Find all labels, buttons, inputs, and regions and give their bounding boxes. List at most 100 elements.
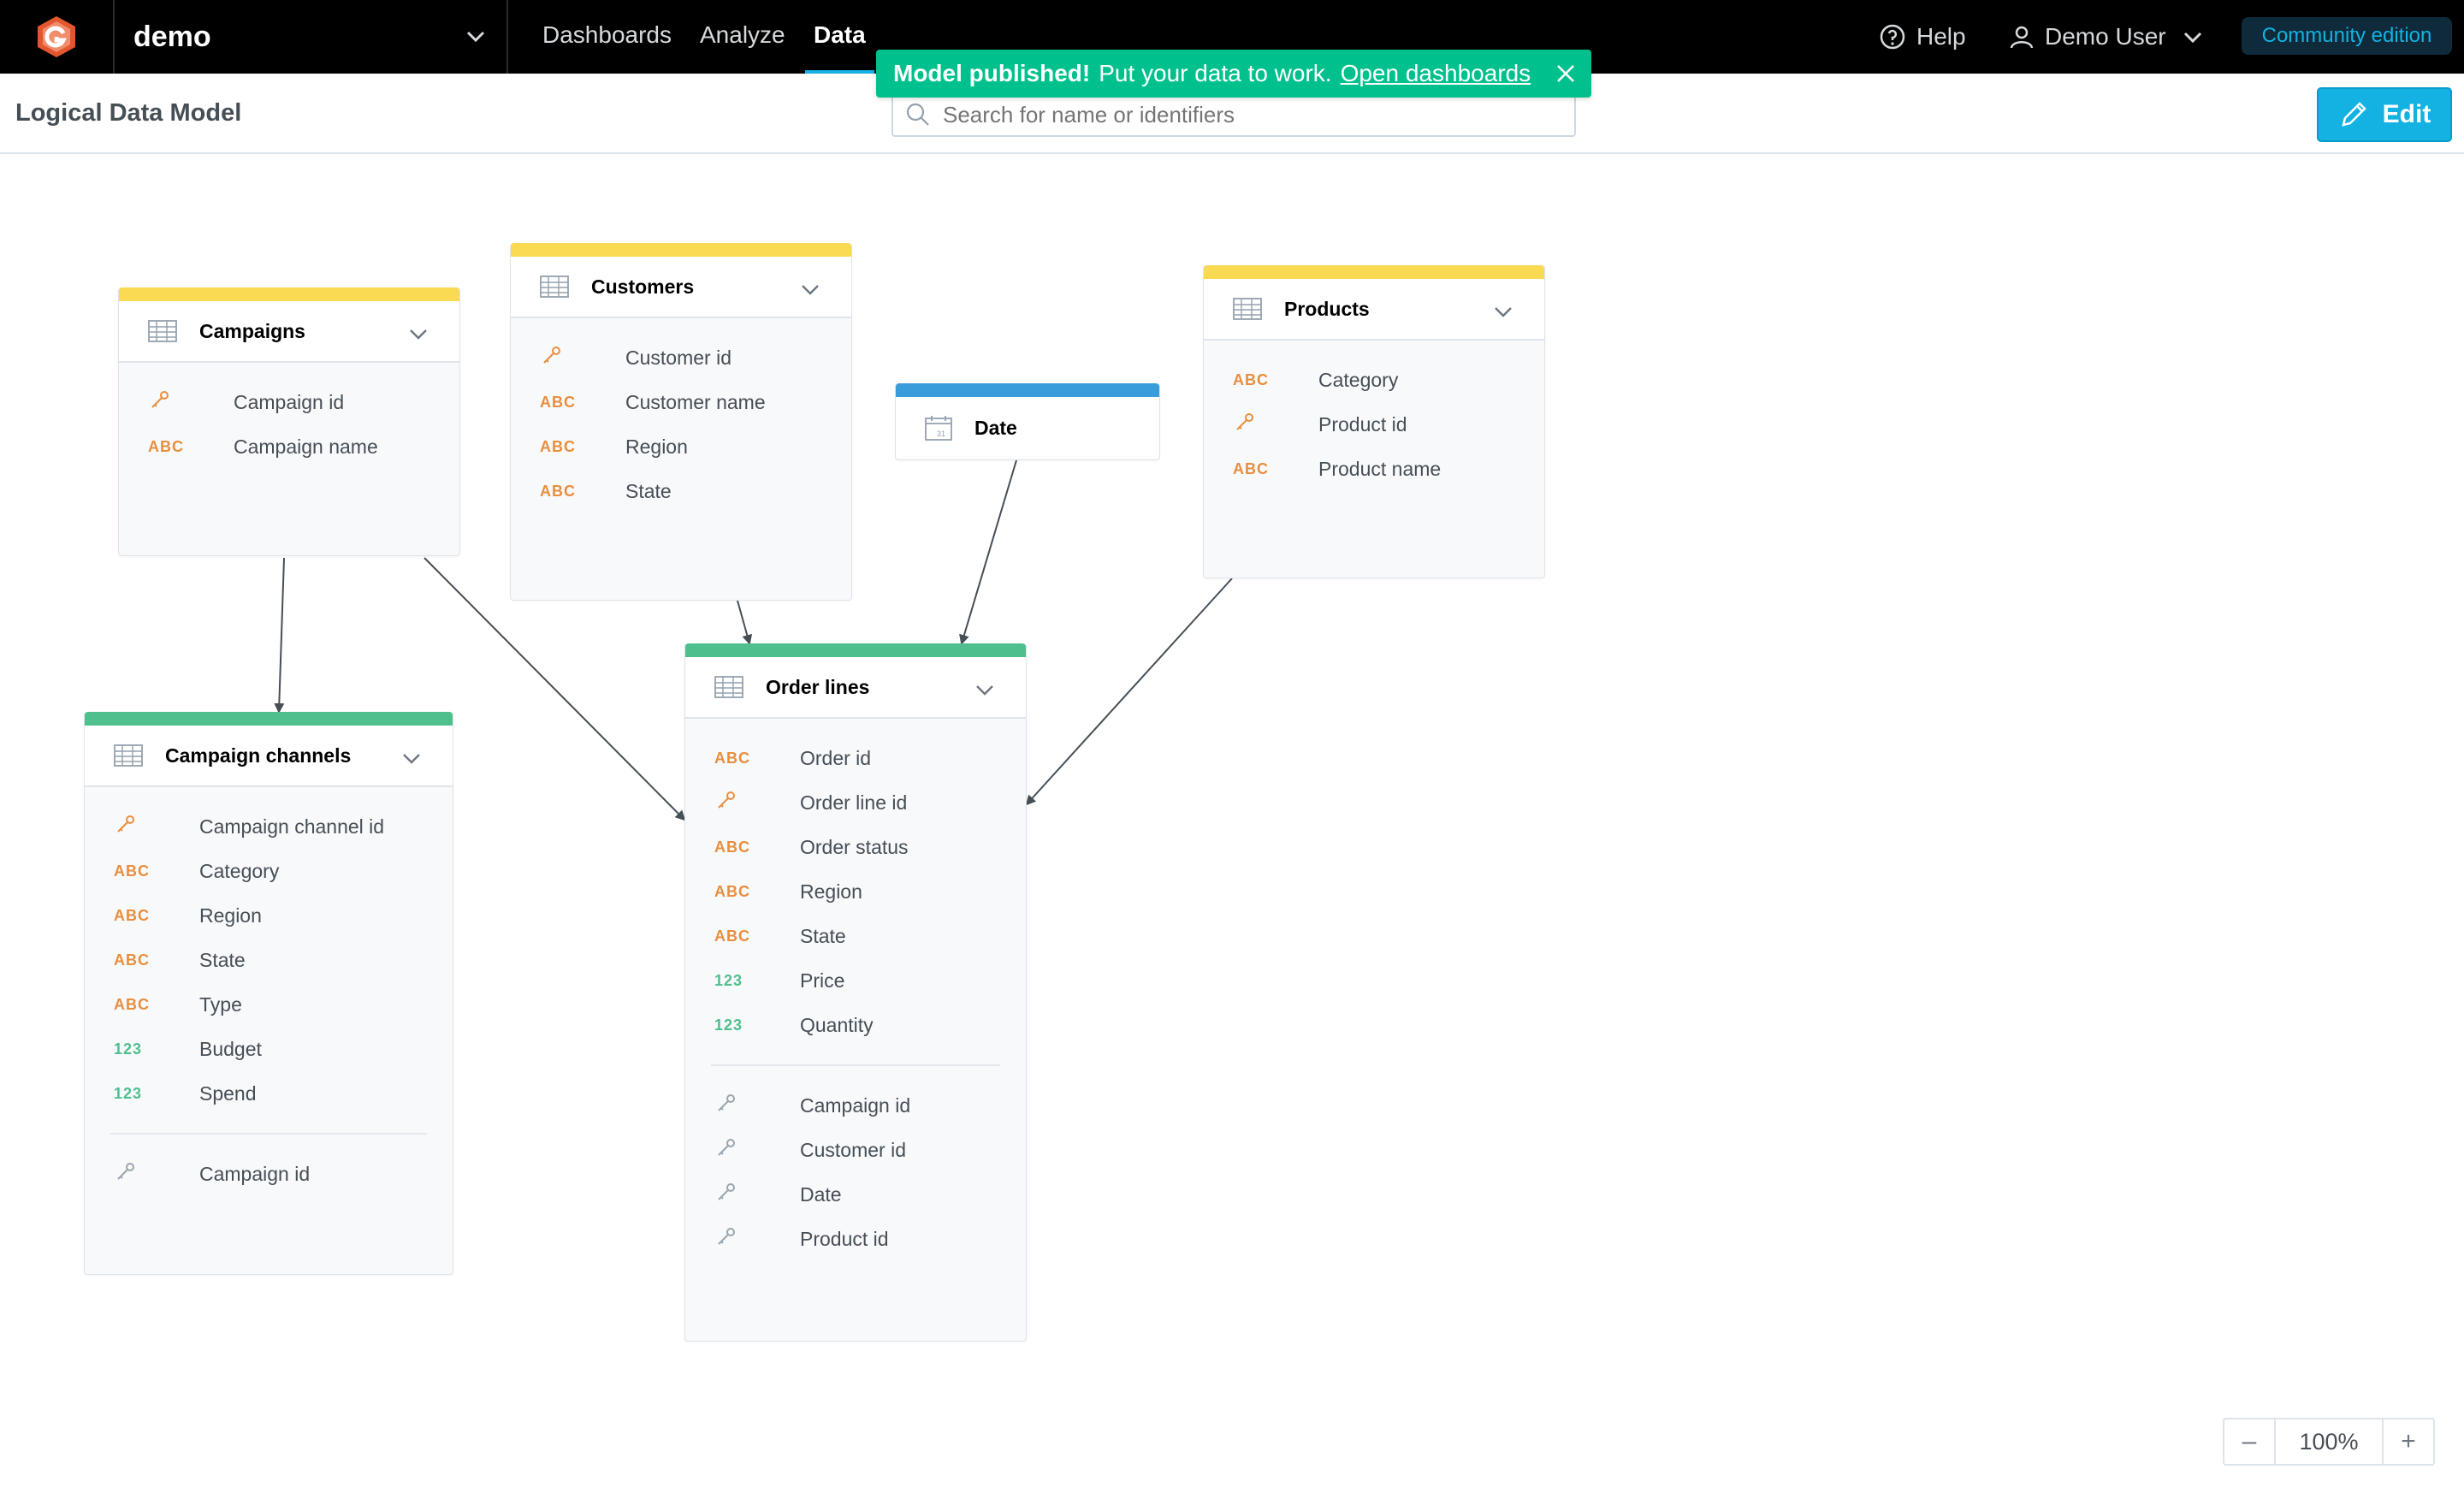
field-item[interactable]: ABC Product name: [1204, 447, 1544, 491]
field-name: Product name: [1318, 457, 1442, 480]
field-item[interactable]: ABC Customer name: [511, 380, 851, 424]
reference-item[interactable]: Date: [685, 1172, 1026, 1217]
fact-type-label: 123: [714, 1016, 743, 1034]
field-item[interactable]: Campaign id: [119, 380, 459, 424]
dataset-fields: Campaign id ABC Campaign name: [119, 363, 459, 469]
close-icon[interactable]: [1554, 62, 1578, 86]
field-item[interactable]: 123 Price: [685, 958, 1026, 1003]
field-item[interactable]: 123 Quantity: [685, 1003, 1026, 1047]
dataset-header[interactable]: Order lines: [685, 657, 1026, 719]
dataset-color-bar: [119, 287, 459, 301]
field-item[interactable]: ABC Type: [85, 982, 453, 1027]
field-name: State: [625, 479, 672, 502]
nav-dashboards[interactable]: Dashboards: [542, 0, 672, 74]
table-icon: [114, 744, 143, 767]
field-item[interactable]: ABC Order id: [685, 736, 1026, 780]
reference-key-icon: [685, 1226, 800, 1253]
zoom-out-button[interactable]: –: [2224, 1419, 2274, 1464]
dataset-header[interactable]: Customers: [511, 257, 851, 318]
edit-button[interactable]: Edit: [2317, 87, 2452, 142]
field-item[interactable]: Order line id: [685, 780, 1026, 825]
dataset-color-bar: [1204, 265, 1544, 279]
reference-item[interactable]: Campaign id: [685, 1083, 1026, 1128]
dataset-date[interactable]: 31 Date: [895, 383, 1160, 460]
community-edition-badge[interactable]: Community edition: [2242, 17, 2452, 55]
field-item[interactable]: ABC State: [511, 469, 851, 513]
key-icon: [511, 345, 625, 371]
field-item[interactable]: Product id: [1204, 402, 1544, 447]
field-name: Budget: [199, 1037, 262, 1060]
field-name: Customer id: [625, 346, 732, 369]
dataset-products[interactable]: Products ABC Category Product id ABC Pro…: [1203, 265, 1545, 578]
dataset-customers[interactable]: Customers Customer id ABC Customer name …: [510, 243, 852, 601]
user-menu[interactable]: Demo User: [2009, 0, 2204, 74]
dataset-header[interactable]: Campaign channels: [85, 726, 453, 787]
field-item[interactable]: ABC State: [85, 938, 453, 982]
dataset-title: Campaign channels: [165, 744, 352, 767]
field-name: State: [199, 948, 246, 971]
toast-title: Model published!: [893, 60, 1091, 86]
field-item[interactable]: Campaign channel id: [85, 804, 453, 849]
field-name: Campaign channel id: [199, 815, 385, 838]
field-item[interactable]: ABC Order status: [685, 825, 1026, 869]
dataset-title: Campaigns: [199, 319, 305, 342]
dataset-header[interactable]: Campaigns: [119, 301, 459, 363]
field-name: Quantity: [800, 1013, 874, 1036]
nav-data[interactable]: Data: [805, 0, 874, 74]
search-box[interactable]: [891, 92, 1576, 137]
reference-item[interactable]: Product id: [685, 1217, 1026, 1261]
field-item[interactable]: ABC Region: [85, 893, 453, 938]
field-name: Campaign id: [199, 1162, 311, 1185]
chevron-down-icon[interactable]: [408, 323, 429, 344]
field-name: Campaign id: [800, 1093, 911, 1117]
chevron-down-icon[interactable]: [974, 679, 995, 700]
field-name: Price: [800, 969, 845, 992]
field-name: Spend: [199, 1081, 257, 1105]
table-icon: [1233, 298, 1262, 320]
chevron-down-icon: [2183, 32, 2201, 44]
reference-item[interactable]: Campaign id: [85, 1152, 453, 1196]
search-icon: [906, 103, 929, 126]
dataset-order-lines[interactable]: Order lines ABC Order id Order line id A…: [684, 643, 1027, 1342]
zoom-level: 100%: [2274, 1419, 2384, 1464]
field-item[interactable]: ABC Region: [511, 424, 851, 469]
table-icon: [148, 320, 177, 342]
field-item[interactable]: ABC Category: [85, 849, 453, 893]
fact-type-label: 123: [714, 971, 743, 989]
search-input[interactable]: [943, 101, 1559, 128]
reference-item[interactable]: Customer id: [685, 1128, 1026, 1172]
chevron-down-icon[interactable]: [401, 748, 422, 768]
field-item[interactable]: ABC State: [685, 914, 1026, 958]
dataset-campaigns[interactable]: Campaigns Campaign id ABC Campaign name: [118, 287, 460, 556]
field-name: Product id: [1318, 412, 1407, 436]
dataset-header[interactable]: 31 Date: [896, 397, 1159, 459]
pencil-icon: [2341, 102, 2366, 127]
field-item[interactable]: ABC Category: [1204, 358, 1544, 402]
field-name: Region: [199, 904, 262, 927]
key-icon: [85, 814, 199, 840]
svg-text:31: 31: [937, 430, 945, 438]
open-dashboards-link[interactable]: Open dashboards: [1341, 60, 1531, 87]
attribute-type-label: ABC: [114, 995, 150, 1013]
help-label: Help: [1916, 23, 1966, 50]
workspace-picker[interactable]: demo: [115, 0, 508, 74]
dataset-header[interactable]: Products: [1204, 279, 1544, 341]
fact-type-label: 123: [114, 1084, 143, 1102]
attribute-type-label: ABC: [714, 927, 750, 945]
field-item[interactable]: Customer id: [511, 335, 851, 380]
field-item[interactable]: ABC Campaign name: [119, 424, 459, 469]
dataset-campaign-channels[interactable]: Campaign channels Campaign channel id AB…: [84, 712, 453, 1275]
chevron-down-icon[interactable]: [800, 279, 820, 299]
field-name: Order line id: [800, 791, 908, 814]
attribute-type-label: ABC: [540, 482, 576, 500]
field-item[interactable]: 123 Spend: [85, 1071, 453, 1116]
chevron-down-icon[interactable]: [1493, 301, 1513, 322]
edge-customers-to-order-lines: [737, 600, 753, 645]
zoom-in-button[interactable]: +: [2384, 1419, 2433, 1464]
field-item[interactable]: 123 Budget: [85, 1027, 453, 1071]
edge-date-to-order-lines: [959, 459, 1017, 645]
help-menu[interactable]: Help: [1879, 0, 1966, 74]
app-logo[interactable]: [0, 0, 115, 74]
nav-analyze[interactable]: Analyze: [700, 0, 785, 74]
field-item[interactable]: ABC Region: [685, 869, 1026, 914]
